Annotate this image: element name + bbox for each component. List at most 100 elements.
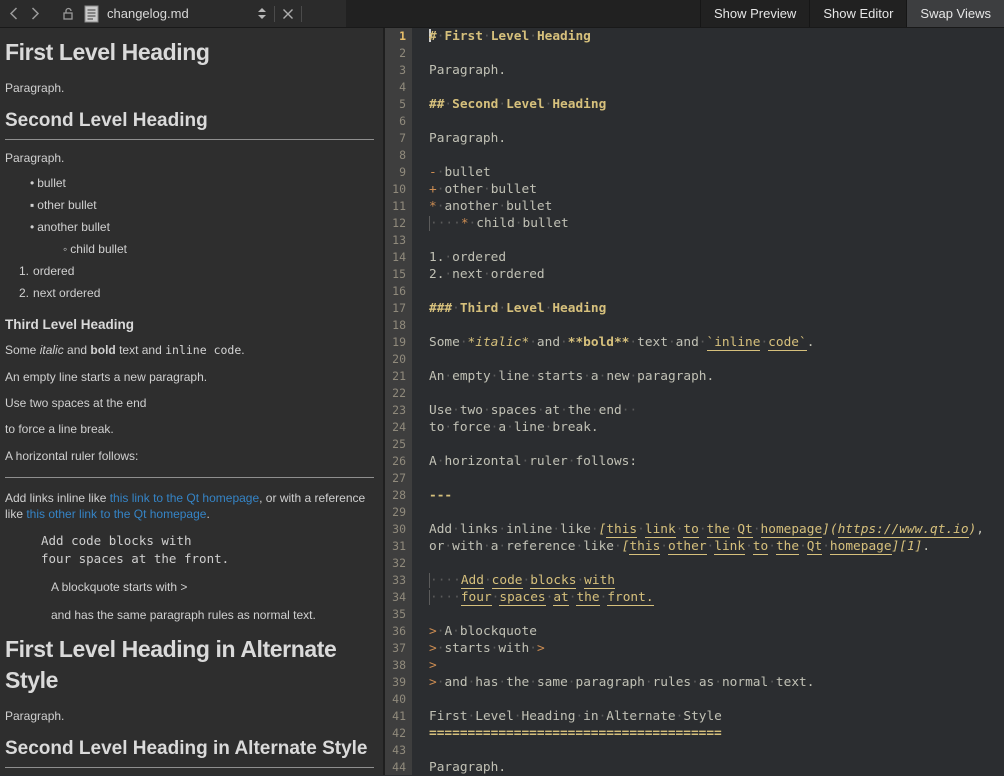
document-tab-title[interactable]: changelog.md bbox=[107, 6, 257, 21]
markdown-editor-window: changelog.md Show Preview Show Editor Sw… bbox=[0, 0, 1004, 776]
syntax-token: > bbox=[429, 658, 437, 673]
lock-open-icon[interactable] bbox=[62, 7, 75, 20]
whitespace-dots: · bbox=[491, 420, 499, 435]
code-line: >·and·has·the·same·paragraph·rules·as·no… bbox=[429, 674, 1004, 691]
code-line: or·with·a·reference·like·[this·other·lin… bbox=[429, 538, 1004, 555]
whitespace-dots: · bbox=[498, 522, 506, 537]
underlined-word: the bbox=[576, 590, 599, 606]
syntax-token: *italic* bbox=[468, 335, 530, 350]
whitespace-dots: · bbox=[483, 267, 491, 282]
syntax-token: An·empty·line·starts·a·new·paragraph. bbox=[429, 369, 714, 384]
syntax-token: this·other·link·to·the·Qt·homepage bbox=[629, 539, 891, 555]
underlined-word: at bbox=[553, 590, 568, 606]
whitespace-dots: · bbox=[799, 539, 807, 554]
whitespace-dots: · bbox=[498, 199, 506, 214]
underlined-word: https://www.qt.io bbox=[838, 522, 969, 538]
syntax-token: > bbox=[429, 641, 437, 656]
syntax-token: > bbox=[429, 624, 437, 639]
toolbar-spacer bbox=[346, 0, 700, 27]
whitespace-dots: · bbox=[745, 539, 753, 554]
qt-homepage-link[interactable]: this link to the Qt homepage bbox=[110, 491, 259, 505]
markdown-source-editor[interactable]: 1234567891011121314151617181920212223242… bbox=[385, 28, 1004, 775]
whitespace-dots: · bbox=[452, 624, 460, 639]
line-number: 11 bbox=[385, 198, 406, 215]
whitespace-dots: · bbox=[437, 199, 445, 214]
preview-blockquote: A blockquote starts with >and has the sa… bbox=[51, 579, 374, 622]
syntax-token: . bbox=[807, 335, 815, 350]
code-line bbox=[429, 317, 1004, 334]
whitespace-dots: · bbox=[560, 335, 568, 350]
swap-views-button[interactable]: Swap Views bbox=[906, 0, 1004, 27]
markdown-preview-pane[interactable]: First Level HeadingParagraph.Second Leve… bbox=[0, 28, 383, 775]
line-number: 19 bbox=[385, 334, 406, 351]
close-document-icon[interactable] bbox=[282, 8, 294, 20]
syntax-token: * bbox=[461, 216, 469, 231]
whitespace-dots: · bbox=[444, 267, 452, 282]
underlined-word: code bbox=[492, 573, 523, 589]
syntax-token: ·bullet bbox=[437, 165, 491, 180]
horizontal-rule bbox=[5, 477, 374, 478]
code-line: An·empty·line·starts·a·new·paragraph. bbox=[429, 368, 1004, 385]
document-dropdown-icon[interactable] bbox=[257, 7, 267, 20]
syntax-token: Add·links·inline·like· bbox=[429, 522, 599, 537]
underlined-word: Add bbox=[461, 573, 484, 589]
forward-icon[interactable] bbox=[31, 7, 40, 20]
underlined-word: front. bbox=[607, 590, 653, 606]
underlined-word: to bbox=[753, 539, 768, 555]
underlined-word: blocks bbox=[530, 573, 576, 589]
syntax-token: **bold** bbox=[568, 335, 630, 350]
preview-paragraph: to force a line break. bbox=[5, 421, 374, 437]
whitespace-dots: · bbox=[822, 539, 830, 554]
syntax-token: or·with·a·reference·like· bbox=[429, 539, 622, 554]
preview-paragraph: Add links inline like this link to the Q… bbox=[5, 490, 374, 522]
whitespace-dots: · bbox=[498, 675, 506, 690]
underlined-word: this bbox=[606, 522, 637, 538]
syntax-token: ···· bbox=[429, 573, 461, 588]
number-marker: 2. bbox=[19, 286, 29, 300]
code-line: --- bbox=[429, 487, 1004, 504]
line-number: 37 bbox=[385, 640, 406, 657]
whitespace-dots: · bbox=[468, 675, 476, 690]
whitespace-dots: · bbox=[545, 420, 553, 435]
whitespace-dots: · bbox=[629, 335, 637, 350]
line-number: 20 bbox=[385, 351, 406, 368]
whitespace-dots: · bbox=[514, 709, 522, 724]
syntax-token: --- bbox=[429, 488, 452, 503]
code-line bbox=[429, 691, 1004, 708]
whitespace-dots: · bbox=[537, 403, 545, 418]
list-item: 2.next ordered bbox=[19, 286, 374, 300]
preview-paragraph: Some italic and bold text and inline cod… bbox=[5, 342, 374, 359]
back-icon[interactable] bbox=[9, 7, 18, 20]
whitespace-dots: · bbox=[676, 709, 684, 724]
show-editor-button[interactable]: Show Editor bbox=[809, 0, 906, 27]
code-area[interactable]: #·First·Level·HeadingParagraph.##·Second… bbox=[412, 28, 1004, 775]
code-line: to·force·a·line·break. bbox=[429, 419, 1004, 436]
line-number: 27 bbox=[385, 470, 406, 487]
editor-toolbar: changelog.md Show Preview Show Editor Sw… bbox=[0, 0, 1004, 28]
preview-paragraph: An empty line starts a new paragraph. bbox=[5, 369, 374, 385]
syntax-token: , bbox=[976, 522, 984, 537]
syntax-token: Add·code·blocks·with bbox=[461, 573, 615, 589]
underlined-word: homepage bbox=[830, 539, 892, 555]
whitespace-dots: · bbox=[568, 675, 576, 690]
whitespace-dots: · bbox=[637, 522, 645, 537]
whitespace-dots: · bbox=[552, 522, 560, 537]
line-number: 10 bbox=[385, 181, 406, 198]
whitespace-dots: · bbox=[760, 335, 768, 350]
whitespace-dots: · bbox=[768, 539, 776, 554]
syntax-token: Paragraph. bbox=[429, 131, 506, 146]
whitespace-dots: · bbox=[498, 539, 506, 554]
underlined-word: four bbox=[461, 590, 492, 606]
syntax-token: Use·two·spaces·at·the·end·· bbox=[429, 403, 637, 418]
line-number: 1 bbox=[385, 28, 406, 45]
whitespace-dots: · bbox=[444, 420, 452, 435]
whitespace-dots: · bbox=[460, 335, 468, 350]
syntax-token: Paragraph. bbox=[429, 63, 506, 78]
whitespace-dots: · bbox=[714, 675, 722, 690]
line-number: 36 bbox=[385, 623, 406, 640]
line-number: 31 bbox=[385, 538, 406, 555]
code-line bbox=[429, 45, 1004, 62]
qt-homepage-link[interactable]: this other link to the Qt homepage bbox=[26, 507, 206, 521]
underlined-word: homepage bbox=[761, 522, 823, 538]
show-preview-button[interactable]: Show Preview bbox=[700, 0, 809, 27]
